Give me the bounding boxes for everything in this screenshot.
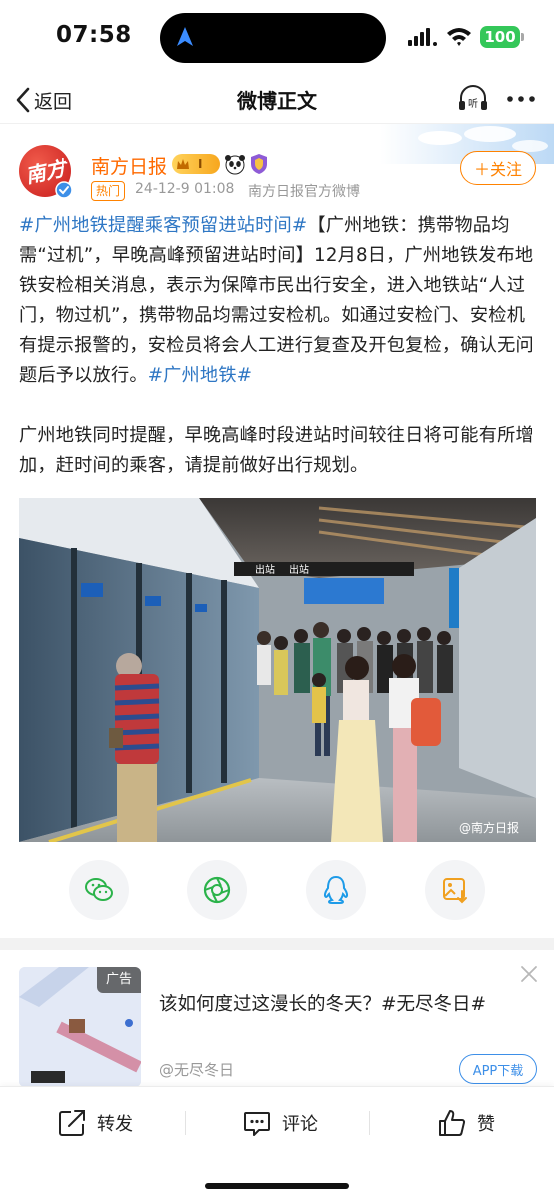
- share-qq-button[interactable]: [306, 860, 366, 920]
- more-icon[interactable]: [505, 86, 537, 112]
- topic-link-metro-reminder[interactable]: #广州地铁提醒乘客预留进站时间#: [19, 215, 307, 236]
- crown-icon: [177, 159, 189, 169]
- status-bar: 07:58 100: [0, 0, 554, 76]
- save-image-button[interactable]: [425, 860, 485, 920]
- home-indicator: [205, 1183, 349, 1189]
- follow-button[interactable]: ＋关注: [460, 151, 536, 185]
- share-moments-button[interactable]: [187, 860, 247, 920]
- post-source: 南方日报官方微博: [248, 184, 360, 200]
- svg-text:听: 听: [468, 98, 478, 110]
- like-button[interactable]: 赞: [437, 1107, 495, 1139]
- nav-bar: 返回 微博正文 听: [0, 76, 554, 124]
- verified-badge-icon: [55, 181, 73, 199]
- author-badges: I: [172, 153, 268, 175]
- location-arrow-icon: [177, 27, 193, 46]
- close-icon[interactable]: [519, 964, 539, 984]
- panda-badge-icon: [225, 155, 245, 175]
- status-time: 07:58: [56, 22, 132, 48]
- section-divider: [0, 938, 554, 950]
- post-paragraph-1: #广州地铁提醒乘客预留进站时间#【广州地铁：携带物品均需“过机”，早晚高峰预留进…: [19, 211, 537, 391]
- moments-icon: [203, 876, 231, 904]
- topic-link-guangzhou-metro[interactable]: #广州地铁#: [148, 365, 252, 386]
- wifi-icon: [447, 28, 471, 46]
- share-wechat-button[interactable]: [69, 860, 129, 920]
- thumbs-up-icon: [439, 1110, 466, 1136]
- action-separator: [369, 1111, 370, 1135]
- back-button[interactable]: 返回: [14, 84, 72, 116]
- app-download-button[interactable]: APP下载: [459, 1054, 537, 1084]
- comment-button[interactable]: 评论: [242, 1107, 318, 1139]
- exit-sign-text: 出站: [289, 563, 309, 576]
- vip-level-text: I: [198, 157, 203, 171]
- metro-platform-illustration: 出站 出站 @南方日报: [19, 498, 536, 842]
- comment-label: 评论: [282, 1114, 318, 1135]
- save-image-icon: [443, 878, 467, 904]
- share-row: [0, 860, 554, 924]
- ad-label: 广告: [97, 967, 141, 993]
- post-paragraph-2: 广州地铁同时提醒，早晚高峰时段进站时间较往日将可能有所增加，赶时间的乘客，请提前…: [19, 425, 534, 476]
- wechat-icon: [85, 878, 113, 901]
- vip-level-badge: I: [172, 154, 220, 174]
- cellular-signal-icon: [408, 28, 437, 46]
- repost-button[interactable]: 转发: [57, 1107, 133, 1139]
- battery-indicator: 100: [480, 26, 520, 48]
- post-body-text-1: 【广州地铁：携带物品均需“过机”，早晚高峰预留进站时间】12月8日，广州地铁发布…: [19, 215, 534, 386]
- back-label: 返回: [34, 90, 73, 113]
- like-label: 赞: [477, 1114, 495, 1135]
- comment-icon: [244, 1112, 270, 1136]
- exit-sign-text-left: 出站: [255, 563, 275, 576]
- author-name[interactable]: 南方日报: [91, 152, 167, 179]
- ad-title[interactable]: 该如何度过这漫长的冬天？#无尽冬日#: [159, 990, 486, 1016]
- qq-icon: [323, 875, 349, 904]
- post-time: 24-12-9 01:08: [135, 181, 235, 197]
- listen-icon[interactable]: 听: [456, 82, 490, 116]
- avatar-logo-plus: +: [57, 155, 69, 171]
- ad-thumbnail[interactable]: 广告: [19, 967, 141, 1087]
- repost-label: 转发: [97, 1114, 133, 1135]
- action-separator: [185, 1111, 186, 1135]
- image-watermark: @南方日报: [459, 820, 519, 835]
- battery-cap: [521, 33, 524, 41]
- chevron-left-icon: [16, 87, 30, 113]
- post-body: #广州地铁提醒乘客预留进站时间#【广州地铁：携带物品均需“过机”，早晚高峰预留进…: [19, 211, 537, 481]
- ad-source: @无尽冬日: [159, 1061, 235, 1079]
- hot-tag: 热门: [91, 181, 126, 201]
- post-image[interactable]: 出站 出站 @南方日报: [19, 498, 536, 842]
- shield-badge-icon: [251, 154, 267, 174]
- repost-icon: [59, 1110, 85, 1136]
